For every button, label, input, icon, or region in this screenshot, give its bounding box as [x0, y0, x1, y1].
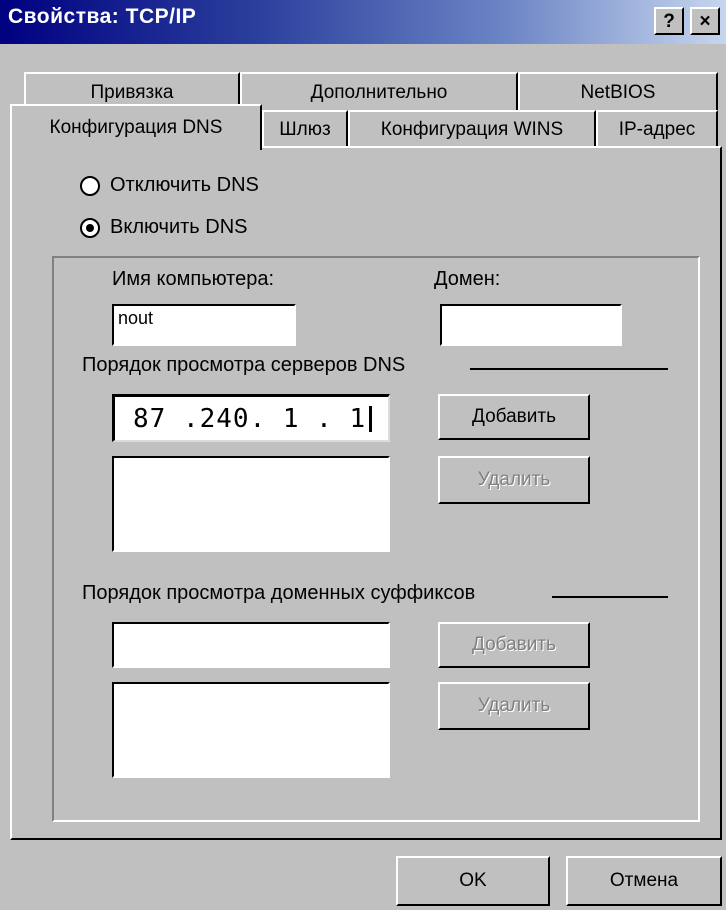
tab-ip-address[interactable]: IP-адрес [596, 110, 718, 148]
enable-dns-radio[interactable] [80, 217, 100, 238]
ok-label: OK [459, 870, 487, 891]
tab-netbios[interactable]: NetBIOS [518, 72, 718, 112]
tab-gateway[interactable]: Шлюз [262, 110, 348, 148]
add-domain-suffix-label: Добавить [472, 634, 556, 655]
hostname-field[interactable]: nout [112, 304, 296, 346]
remove-domain-suffix-label: Удалить [477, 695, 551, 716]
ok-button[interactable]: OK [396, 856, 550, 906]
cancel-label: Отмена [609, 870, 679, 891]
remove-domain-suffix-button[interactable]: Удалить [438, 682, 590, 730]
add-domain-suffix-button[interactable]: Добавить [438, 622, 590, 668]
cancel-button[interactable]: Отмена [566, 856, 722, 906]
hostname-label: Имя компьютера: [112, 268, 275, 290]
dns-server-separator [470, 368, 668, 370]
tab-wins-configuration[interactable]: Конфигурация WINS [348, 110, 596, 148]
domain-suffix-list[interactable] [112, 682, 390, 778]
disable-dns-radio[interactable] [80, 175, 100, 196]
domain-label: Домен: [434, 268, 501, 290]
disable-dns-option[interactable]: Отключить DNS [80, 174, 259, 197]
dns-tab-panel: Отключить DNS Включить DNS Имя компьютер… [10, 146, 722, 840]
text-caret [369, 405, 373, 432]
title-bar[interactable]: Свойства: TCP/IP ? × [0, 0, 726, 44]
dns-server-order-label: Порядок просмотра серверов DNS [82, 354, 406, 376]
disable-dns-label: Отключить DNS [110, 174, 259, 196]
enable-dns-label: Включить DNS [110, 216, 248, 238]
help-icon: ? [663, 10, 675, 32]
domain-suffix-input[interactable] [112, 622, 390, 668]
close-icon: × [699, 10, 711, 32]
domain-suffix-order-label: Порядок просмотра доменных суффиксов [82, 582, 476, 604]
dns-server-list[interactable] [112, 456, 390, 552]
dns-settings-group: Имя компьютера: Домен: nout Порядок прос… [52, 256, 700, 822]
tab-dns-configuration[interactable]: Конфигурация DNS [10, 104, 262, 150]
help-button[interactable]: ? [654, 7, 684, 35]
tcpip-properties-dialog: Свойства: TCP/IP ? × Привязка Дополнител… [0, 0, 726, 910]
dns-server-ip-value: 87 .240. 1 . 1 [133, 403, 367, 434]
remove-dns-server-button[interactable]: Удалить [438, 456, 590, 504]
add-dns-server-button[interactable]: Добавить [438, 394, 590, 440]
close-button[interactable]: × [690, 7, 720, 35]
domain-suffix-separator [552, 596, 668, 598]
tab-advanced[interactable]: Дополнительно [240, 72, 518, 112]
domain-field[interactable] [440, 304, 622, 346]
add-dns-server-label: Добавить [472, 406, 556, 427]
remove-dns-server-label: Удалить [477, 469, 551, 490]
radio-selected-dot [86, 223, 94, 232]
window-title: Свойства: TCP/IP [8, 5, 197, 28]
enable-dns-option[interactable]: Включить DNS [80, 216, 248, 239]
dns-server-ip-input[interactable]: 87 .240. 1 . 1 [112, 394, 390, 442]
